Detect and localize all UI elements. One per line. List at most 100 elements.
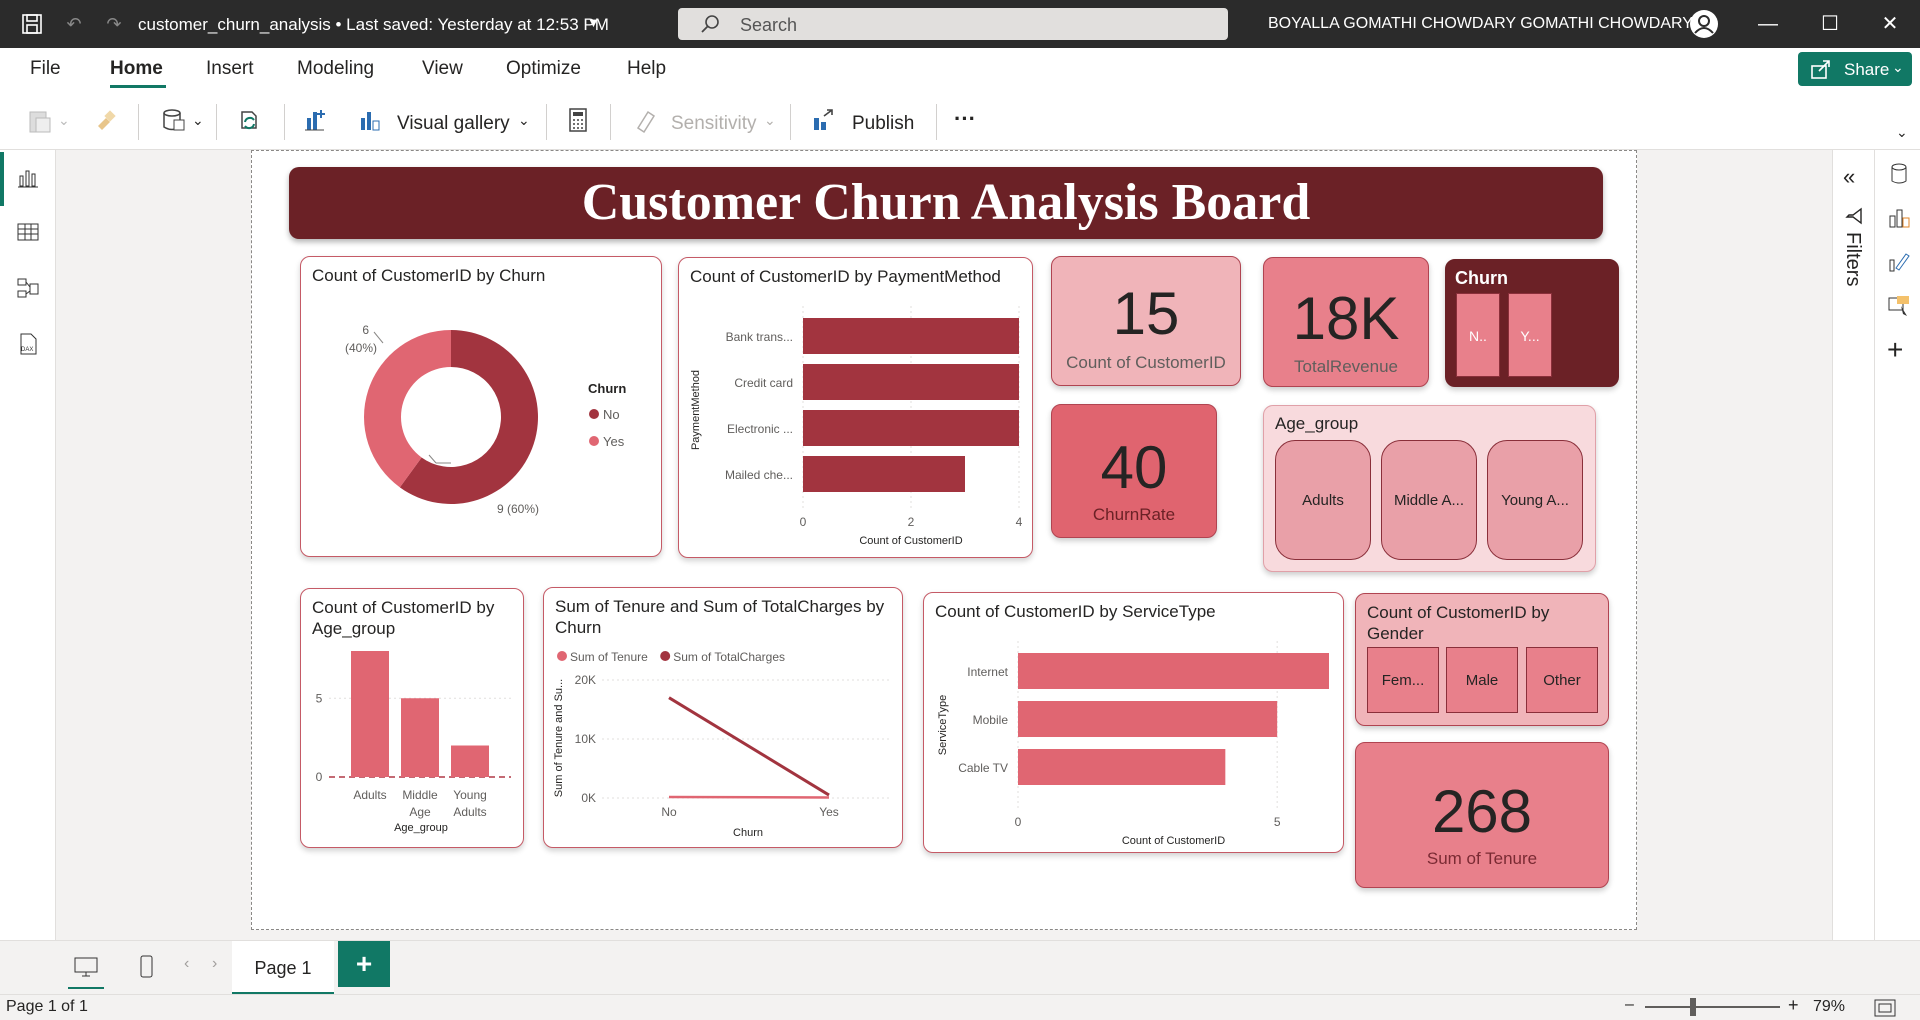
dax-query-view-icon[interactable]: DAX [16,332,40,356]
add-pane-icon[interactable]: + [1887,334,1903,366]
calculator-icon[interactable] [564,106,592,134]
legend-label-yes[interactable]: Yes [603,434,625,449]
churn-donut-visual[interactable]: Count of CustomerID by Churn 6 (40%) 9 (… [300,256,662,557]
gender-option-female[interactable]: Fem... [1367,647,1439,713]
model-view-icon[interactable] [16,276,40,300]
gender-slicer[interactable]: Count of CustomerID by Gender Fem... Mal… [1355,593,1609,726]
visual-gallery-button[interactable]: Visual gallery [397,113,510,135]
gender-option-male[interactable]: Male [1446,647,1518,713]
maximize-icon[interactable]: ☐ [1818,12,1842,36]
close-icon[interactable]: ✕ [1878,12,1902,36]
sensitivity-chevron-icon: ⌄ [764,112,776,128]
prev-page-icon[interactable]: ‹ [184,955,189,973]
minimize-icon[interactable]: — [1756,12,1780,36]
zoom-in-icon[interactable]: + [1788,995,1799,1016]
user-name: BOYALLA GOMATHI CHOWDARY GOMATHI CHOWDAR… [1268,15,1693,32]
title-bar: ↶ ↷ customer_churn_analysis • Last saved… [0,0,1920,48]
table-view-icon[interactable] [16,220,40,244]
age-group-slicer[interactable]: Age_group Adults Middle A... Young A... [1263,405,1596,572]
age-category-label: Age [409,805,431,819]
redo-icon[interactable]: ↷ [102,12,126,36]
menu-help[interactable]: Help [627,58,666,80]
menu-optimize[interactable]: Optimize [506,58,581,80]
line-x-tick: No [661,805,677,819]
menu-home[interactable]: Home [110,58,163,80]
build-visual-icon[interactable] [1887,206,1911,230]
age-bar [401,698,439,777]
age-group-bar-chart: 5 0 Adults Middle Age Young Adults Age_group [316,651,511,834]
kpi-label: TotalRevenue [1294,357,1398,376]
churn-rate-card[interactable]: 40 ChurnRate [1051,404,1217,538]
undo-icon[interactable]: ↶ [62,12,86,36]
format-visual-icon[interactable] [1887,250,1911,274]
publish-icon[interactable] [810,106,838,134]
format-painter-icon[interactable] [92,106,120,134]
page-tabs-bar: ‹ › Page 1 + [0,940,1920,995]
tenure-charges-visual[interactable]: Sum of Tenure and Sum of TotalCharges by… [543,587,903,848]
left-view-nav: DAX [0,150,56,940]
filters-label[interactable]: Filters [1842,232,1864,286]
churn-slicer[interactable]: Churn N.. Y... [1445,259,1619,387]
kpi-label: ChurnRate [1092,505,1176,524]
sensitivity-icon [636,110,656,134]
more-options-button[interactable]: ··· [954,106,976,132]
page-tab[interactable]: Page 1 [232,941,334,995]
count-customerid-card[interactable]: 15 Count of CustomerID [1051,256,1241,386]
slicer-title: Age_group [1275,414,1359,433]
sum-tenure-card[interactable]: 268 Sum of Tenure [1355,742,1609,888]
selection-pane-icon[interactable] [1887,294,1911,318]
kpi-value: 18K [1292,285,1400,352]
save-icon[interactable] [20,12,44,36]
zoom-slider-track[interactable] [1645,1006,1780,1008]
service-x-tick: 0 [1015,815,1022,829]
age-option-middle[interactable]: Middle A... [1381,440,1477,560]
mobile-layout-icon[interactable] [132,953,160,981]
age-option-adults[interactable]: Adults [1275,440,1371,560]
ribbon-divider [610,104,611,140]
menu-modeling[interactable]: Modeling [297,58,374,80]
title-dropdown-icon[interactable]: ▼ [587,15,600,30]
churn-option-yes[interactable]: Y... [1508,293,1552,377]
get-data-chevron-icon[interactable]: ⌄ [192,112,204,129]
payment-bar-chart: 0 2 4 Bank trans... Credit card Electronic ..… [690,306,1023,547]
age-bar [451,745,489,777]
menu-view[interactable]: View [422,58,463,80]
service-category-label: Mobile [973,713,1009,727]
publish-button[interactable]: Publish [852,113,914,135]
get-data-icon[interactable] [160,106,188,134]
service-bar [1018,653,1329,689]
gender-option-other[interactable]: Other [1526,647,1598,713]
zoom-slider-thumb[interactable] [1690,998,1696,1016]
avatar[interactable] [1690,10,1718,38]
next-page-icon[interactable]: › [212,955,217,973]
add-page-button[interactable]: + [338,941,390,987]
desktop-layout-icon[interactable] [72,953,100,981]
total-revenue-card[interactable]: 18K TotalRevenue [1263,257,1429,387]
visual-gallery-icon[interactable] [356,106,384,134]
menu-file[interactable]: File [30,58,61,80]
visual-gallery-chevron-icon[interactable]: ⌄ [518,112,530,129]
donut-label-yes-pct: (40%) [345,341,377,355]
fit-to-page-icon[interactable] [1874,999,1896,1017]
collapse-pane-icon[interactable]: « [1843,164,1855,190]
ribbon-collapse-icon[interactable]: ⌄ [1896,124,1908,141]
service-type-visual[interactable]: Count of CustomerID by ServiceType 0 5 Int… [923,592,1344,853]
legend-label-no[interactable]: No [603,407,620,422]
zoom-out-icon[interactable]: – [1625,996,1634,1014]
line-y-axis-title: Sum of Tenure and Su... [553,679,565,797]
report-view-icon[interactable] [16,166,40,190]
age-group-visual[interactable]: Count of CustomerID by Age_group 5 0 Adult… [300,588,524,848]
churn-option-no[interactable]: N.. [1456,293,1500,377]
search-box[interactable]: Search [678,8,1228,40]
new-visual-icon[interactable] [302,106,330,134]
data-pane-icon[interactable] [1887,162,1911,186]
refresh-icon[interactable] [236,106,264,134]
share-button[interactable]: Share ⌄ [1798,52,1912,86]
paste-icon[interactable] [26,106,54,134]
menu-insert[interactable]: Insert [206,58,254,80]
payment-method-visual[interactable]: Count of CustomerID by PaymentMethod 024… [678,257,1033,558]
payment-bar [803,410,1019,446]
paste-chevron-icon[interactable]: ⌄ [58,112,70,129]
age-option-young[interactable]: Young A... [1487,440,1583,560]
menu-bar: File Home Insert Modeling View Optimize … [0,48,1920,90]
